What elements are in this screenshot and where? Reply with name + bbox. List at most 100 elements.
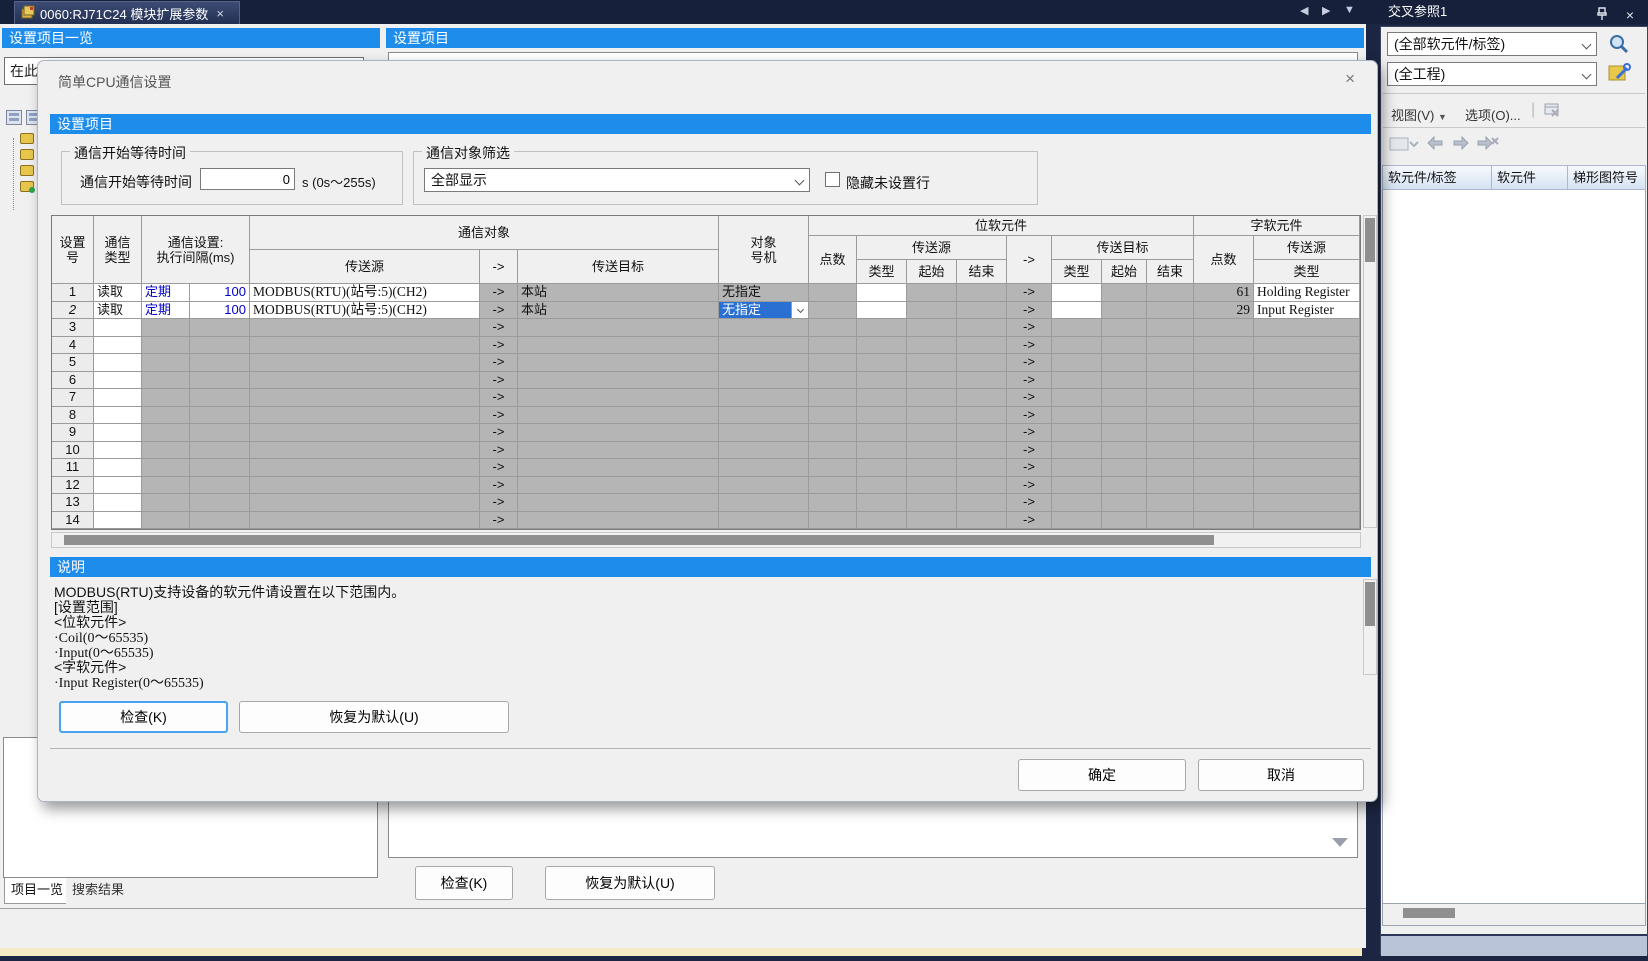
cell-type[interactable] (94, 354, 142, 372)
cell-arrow2[interactable]: -> (1007, 477, 1052, 495)
cell-bs_end[interactable] (957, 302, 1007, 320)
cell-bs_type[interactable] (857, 372, 907, 390)
description-scrollbar[interactable] (1363, 579, 1377, 675)
cell-dst[interactable] (518, 372, 719, 390)
cell-bs_end[interactable] (957, 459, 1007, 477)
cell-interval[interactable] (190, 477, 250, 495)
tree-node-icon[interactable] (20, 181, 34, 192)
search-icon[interactable] (1607, 33, 1631, 58)
cell-bs_type[interactable] (857, 494, 907, 512)
dialog-close-icon[interactable]: × (1345, 70, 1355, 87)
nav-right-icon[interactable]: ▶ (1322, 4, 1330, 17)
chevron-down-icon[interactable] (789, 169, 809, 191)
panel-close-icon[interactable]: × (1626, 3, 1634, 27)
view-menu[interactable]: 视图(V) ▼ (1391, 105, 1447, 124)
cell-bs_start[interactable] (907, 337, 957, 355)
cell-src[interactable] (250, 354, 480, 372)
cell-arrow2[interactable]: -> (1007, 424, 1052, 442)
cell-word_pts[interactable] (1194, 494, 1254, 512)
cell-bs_end[interactable] (957, 372, 1007, 390)
cell-word_type[interactable] (1254, 477, 1360, 495)
cell-word_pts[interactable] (1194, 407, 1254, 425)
cell-target[interactable] (719, 459, 809, 477)
cell-bt_end[interactable] (1147, 389, 1194, 407)
cell-src[interactable] (250, 424, 480, 442)
cell-bt_start[interactable] (1102, 389, 1147, 407)
scrollbar-thumb[interactable] (1365, 218, 1375, 262)
horizontal-scrollbar[interactable] (1382, 904, 1646, 926)
cell-word_type[interactable] (1254, 354, 1360, 372)
cell-type[interactable] (94, 337, 142, 355)
cell-arrow2[interactable]: -> (1007, 459, 1052, 477)
cell-arrow1[interactable]: -> (480, 407, 518, 425)
cell-bt_end[interactable] (1147, 442, 1194, 460)
cell-dropdown-icon[interactable] (791, 302, 808, 319)
column-header-device-label[interactable]: 软元件/标签 (1382, 165, 1492, 190)
jump-style-dropdown-icon[interactable] (1389, 135, 1419, 156)
cell-bs_end[interactable] (957, 442, 1007, 460)
cell-arrow2[interactable]: -> (1007, 442, 1052, 460)
cell-no[interactable]: 2 (52, 302, 94, 320)
cell-word_pts[interactable] (1194, 477, 1254, 495)
ok-button[interactable]: 确定 (1018, 759, 1186, 791)
cell-bs_type[interactable] (857, 337, 907, 355)
cell-bt_end[interactable] (1147, 302, 1194, 320)
cell-bs_end[interactable] (957, 477, 1007, 495)
scrollbar-thumb[interactable] (1365, 582, 1375, 626)
cell-type[interactable] (94, 424, 142, 442)
cell-src[interactable] (250, 459, 480, 477)
cell-no[interactable]: 14 (52, 512, 94, 530)
tab-search-result[interactable]: 搜索结果 (66, 878, 130, 904)
cell-comm[interactable] (142, 354, 190, 372)
cell-type[interactable] (94, 512, 142, 530)
cell-comm[interactable] (142, 424, 190, 442)
cell-no[interactable]: 8 (52, 407, 94, 425)
cell-bt_type[interactable] (1052, 442, 1102, 460)
cell-word_pts[interactable] (1194, 337, 1254, 355)
cell-bit_pts[interactable] (809, 354, 857, 372)
cell-bt_start[interactable] (1102, 512, 1147, 530)
cell-comm[interactable] (142, 459, 190, 477)
cell-bt_end[interactable] (1147, 319, 1194, 337)
cell-bt_end[interactable] (1147, 459, 1194, 477)
cell-bt_start[interactable] (1102, 337, 1147, 355)
cell-bt_start[interactable] (1102, 302, 1147, 320)
cell-arrow1[interactable]: -> (480, 512, 518, 530)
cell-interval[interactable] (190, 459, 250, 477)
cell-word_pts[interactable] (1194, 424, 1254, 442)
stop-find-icon[interactable] (1477, 135, 1499, 154)
cell-no[interactable]: 13 (52, 494, 94, 512)
display-filter-dropdown[interactable]: 全部显示 (424, 168, 810, 192)
cell-word_pts[interactable] (1194, 442, 1254, 460)
cell-bit_pts[interactable] (809, 407, 857, 425)
cell-bs_type[interactable] (857, 424, 907, 442)
scope-filter-dropdown[interactable]: (全工程) (1387, 62, 1597, 86)
cell-src[interactable] (250, 389, 480, 407)
cell-target[interactable]: 无指定 (719, 302, 809, 320)
cell-target[interactable] (719, 337, 809, 355)
cell-bt_end[interactable] (1147, 337, 1194, 355)
scrollbar-thumb[interactable] (64, 535, 1214, 545)
cell-arrow1[interactable]: -> (480, 459, 518, 477)
cell-interval[interactable] (190, 494, 250, 512)
cell-word_pts[interactable] (1194, 389, 1254, 407)
device-filter-dropdown[interactable]: (全部软元件/标签) (1387, 32, 1597, 56)
cell-bt_type[interactable] (1052, 372, 1102, 390)
cell-bs_end[interactable] (957, 319, 1007, 337)
cell-word_type[interactable] (1254, 372, 1360, 390)
cell-target[interactable]: 无指定 (719, 284, 809, 302)
cell-target[interactable] (719, 477, 809, 495)
cell-bit_pts[interactable] (809, 372, 857, 390)
cell-bs_type[interactable] (857, 459, 907, 477)
cell-src[interactable] (250, 494, 480, 512)
cell-comm[interactable]: 定期 (142, 302, 190, 320)
cell-type[interactable] (94, 459, 142, 477)
cell-type[interactable] (94, 389, 142, 407)
cell-dst[interactable] (518, 459, 719, 477)
cell-bt_type[interactable] (1052, 494, 1102, 512)
cell-dst[interactable] (518, 337, 719, 355)
cell-bt_end[interactable] (1147, 424, 1194, 442)
cell-dst[interactable] (518, 512, 719, 530)
cell-arrow1[interactable]: -> (480, 337, 518, 355)
cell-src[interactable]: MODBUS(RTU)(站号:5)(CH2) (250, 284, 480, 302)
